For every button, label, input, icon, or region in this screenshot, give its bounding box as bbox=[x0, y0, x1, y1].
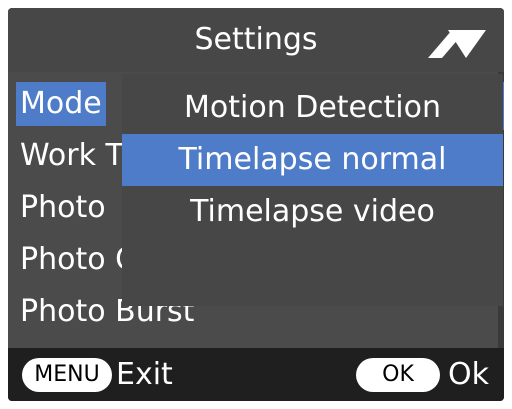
menu-item-mode[interactable]: Mode bbox=[16, 82, 106, 126]
menu-key-badge[interactable]: MENU bbox=[22, 358, 112, 392]
menu-item-photo[interactable]: Photo bbox=[20, 186, 106, 230]
exit-label: Exit bbox=[116, 357, 173, 392]
option-timelapse-video[interactable]: Timelapse video bbox=[122, 186, 503, 238]
mode-options-popup: Motion Detection Timelapse normal Timela… bbox=[122, 74, 503, 306]
camera-settings-screen: Settings Mode Work T Photo Photo Quality… bbox=[8, 8, 504, 401]
menu-item-work-time[interactable]: Work T bbox=[20, 134, 124, 178]
footer-bar: MENU Exit OK Ok bbox=[8, 348, 504, 401]
ok-key-badge[interactable]: OK bbox=[356, 358, 440, 392]
option-timelapse-normal[interactable]: Timelapse normal bbox=[122, 134, 503, 186]
header-bar: Settings bbox=[8, 8, 504, 72]
ok-label: Ok bbox=[448, 357, 489, 392]
triangle-up-down-icon bbox=[428, 30, 486, 58]
option-motion-detection[interactable]: Motion Detection bbox=[122, 82, 503, 134]
